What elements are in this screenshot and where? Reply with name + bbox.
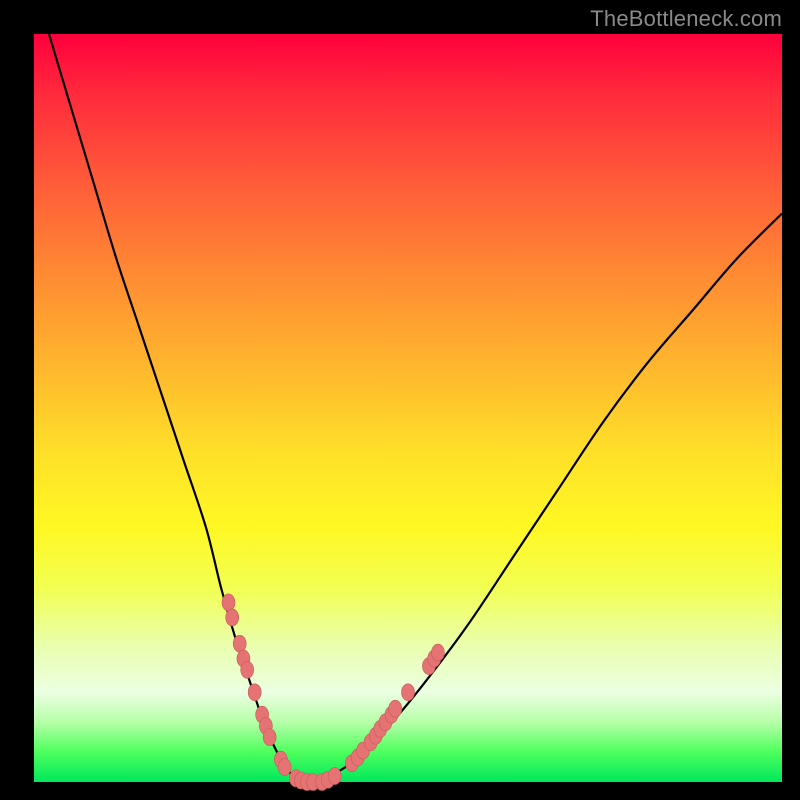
curve-marker (278, 759, 291, 776)
curve-marker (226, 609, 239, 626)
curve-marker (328, 768, 341, 785)
chart-svg (34, 34, 782, 782)
curve-marker (402, 684, 415, 701)
curve-marker (222, 594, 235, 611)
curve-marker (389, 700, 402, 717)
watermark-text: TheBottleneck.com (590, 6, 782, 32)
curve-marker (241, 661, 254, 678)
plot-area (34, 34, 782, 782)
curve-marker (248, 684, 261, 701)
bottleneck-curve (49, 34, 782, 783)
marker-layer (222, 594, 444, 791)
curve-marker (263, 729, 276, 746)
curve-marker (431, 644, 444, 661)
chart-frame: TheBottleneck.com (0, 0, 800, 800)
curve-marker (233, 635, 246, 652)
